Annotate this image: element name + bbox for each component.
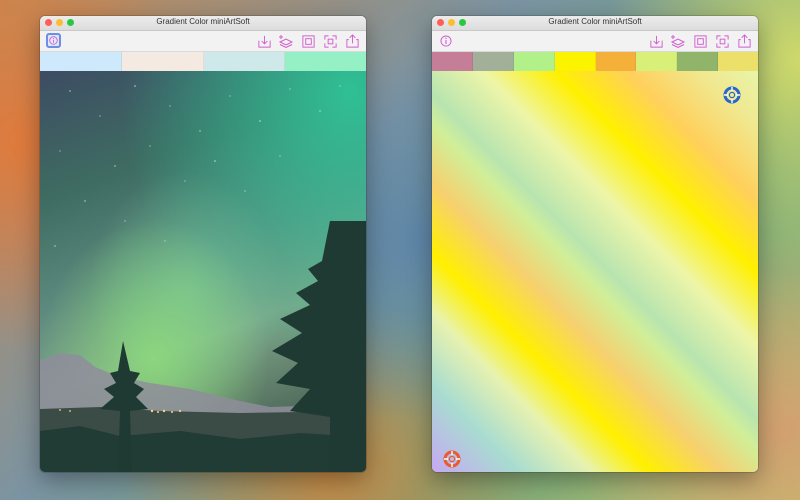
share-button[interactable] [736, 33, 752, 49]
title-bar: Gradient Color miniArtSoft [40, 16, 366, 31]
share-icon [345, 33, 359, 48]
window-title: Gradient Color miniArtSoft [548, 17, 642, 26]
add-layers-icon [670, 35, 686, 49]
window-right: Gradient Color miniArtSoft [432, 16, 758, 472]
fit-button[interactable] [714, 33, 730, 49]
fit-icon [715, 34, 729, 48]
color-swatch[interactable] [595, 52, 637, 71]
fit-icon [323, 34, 337, 48]
toolbar [40, 31, 366, 52]
color-swatch[interactable] [472, 52, 514, 71]
share-icon [737, 33, 751, 48]
info-icon [439, 34, 452, 47]
crop-icon [693, 34, 707, 48]
aurora-night-sky-image [40, 71, 366, 472]
info-button[interactable] [46, 33, 61, 48]
color-swatch[interactable] [718, 52, 758, 71]
import-button[interactable] [648, 33, 664, 49]
color-swatch[interactable] [554, 52, 596, 71]
color-swatch[interactable] [432, 52, 473, 71]
palette-swatches [432, 52, 758, 71]
add-layers-icon [278, 35, 294, 49]
color-swatch[interactable] [677, 52, 719, 71]
palette-swatches [40, 52, 366, 71]
share-button[interactable] [344, 33, 360, 49]
import-icon [649, 35, 663, 48]
import-button[interactable] [256, 33, 272, 49]
gradient-start-handle[interactable] [443, 450, 461, 468]
color-swatch[interactable] [636, 52, 678, 71]
color-swatch[interactable] [40, 52, 122, 71]
add-layers-button[interactable] [278, 33, 294, 49]
crop-button[interactable] [300, 33, 316, 49]
window-title: Gradient Color miniArtSoft [156, 17, 250, 26]
add-layers-button[interactable] [670, 33, 686, 49]
crosshair-target-icon [723, 86, 741, 104]
crop-icon [301, 34, 315, 48]
color-swatch[interactable] [513, 52, 555, 71]
color-swatch[interactable] [203, 52, 286, 71]
info-button[interactable] [438, 33, 453, 48]
toolbar [432, 31, 758, 52]
color-swatch[interactable] [285, 52, 366, 71]
window-left: Gradient Color miniArtSoft [40, 16, 366, 472]
import-icon [257, 35, 271, 48]
crop-button[interactable] [692, 33, 708, 49]
color-swatch[interactable] [121, 52, 204, 71]
title-bar: Gradient Color miniArtSoft [432, 16, 758, 31]
gradient-canvas[interactable] [432, 71, 758, 472]
crosshair-target-icon [443, 450, 461, 468]
aurora-photo [40, 71, 366, 472]
info-icon [49, 36, 58, 45]
gradient-end-handle[interactable] [723, 86, 741, 104]
fit-button[interactable] [322, 33, 338, 49]
